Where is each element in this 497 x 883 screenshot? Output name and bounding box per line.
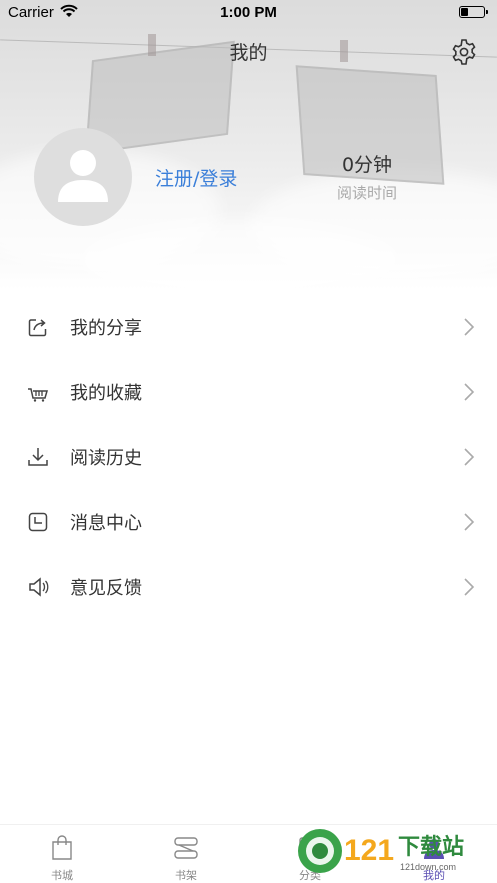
watermark-text: 下载站 — [398, 834, 464, 860]
menu-item-my-favorites[interactable]: 我的收藏 — [0, 359, 497, 424]
page-title: 我的 — [229, 42, 268, 64]
profile-menu: 我的分享 我的收藏 阅读历史 消息中心 意见反馈 — [0, 294, 497, 619]
menu-item-feedback[interactable]: 意见反馈 — [0, 554, 497, 619]
chevron-right-icon — [464, 513, 475, 531]
watermark-number: 121 — [344, 834, 394, 867]
menu-item-my-share[interactable]: 我的分享 — [0, 294, 497, 359]
status-time: 1:00 PM — [220, 4, 277, 21]
chevron-right-icon — [464, 318, 475, 336]
watermark-graphic: 121 下载站 121down.com — [298, 829, 464, 873]
message-icon — [28, 512, 48, 532]
basket-icon — [28, 388, 48, 402]
watermark-logo: 121 下载站 121down.com — [296, 826, 486, 876]
status-bar: Carrier 1:00 PM — [0, 0, 497, 26]
chevron-right-icon — [464, 578, 475, 596]
chevron-right-icon — [464, 383, 475, 401]
menu-item-label: 我的收藏 — [70, 383, 142, 404]
bookshelf-icon — [174, 837, 198, 859]
menu-item-message-center[interactable]: 消息中心 — [0, 489, 497, 554]
watermark-url: 121down.com — [400, 862, 456, 872]
share-icon — [28, 319, 47, 337]
reading-time-value: 0分钟 — [341, 154, 393, 176]
login-register-link[interactable]: 注册/登录 — [155, 164, 237, 191]
menu-item-reading-history[interactable]: 阅读历史 — [0, 424, 497, 489]
gear-icon[interactable] — [450, 38, 478, 66]
download-icon — [28, 448, 48, 466]
shopping-bag-icon — [52, 835, 72, 860]
menu-item-label: 意见反馈 — [70, 578, 142, 599]
reading-time-label: 阅读时间 — [336, 184, 397, 202]
tab-bookstore[interactable]: 书城 — [0, 825, 124, 883]
menu-item-label: 我的分享 — [70, 318, 142, 339]
battery-icon — [459, 6, 488, 18]
avatar[interactable] — [34, 128, 132, 226]
chevron-right-icon — [464, 448, 475, 466]
speaker-icon — [29, 577, 49, 597]
tab-label: 书架 — [175, 869, 197, 882]
tab-bookshelf[interactable]: 书架 — [124, 825, 248, 883]
menu-item-label: 消息中心 — [70, 513, 142, 534]
user-icon — [58, 150, 108, 202]
tab-label: 书城 — [51, 869, 73, 882]
menu-item-label: 阅读历史 — [70, 448, 142, 469]
